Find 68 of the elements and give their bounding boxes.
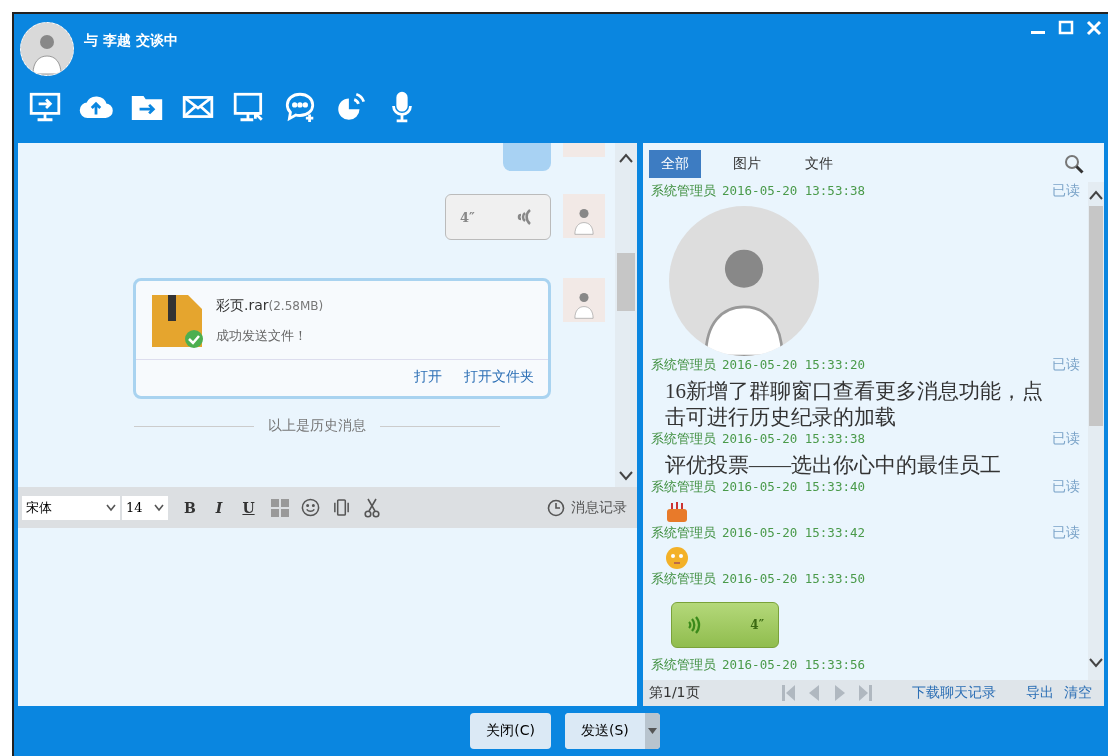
maximize-icon[interactable] [1058, 20, 1074, 36]
contact-avatar [563, 143, 605, 157]
send-status: 成功发送文件！ [216, 327, 308, 345]
sender-name: 系统管理员 [651, 356, 716, 374]
sender-name: 系统管理员 [651, 656, 716, 674]
message-time: 2016-05-20 15:33:38 [722, 431, 865, 446]
chat-add-icon[interactable] [283, 90, 317, 124]
filter-tab[interactable]: 文件 [793, 150, 845, 178]
underline-button[interactable]: U [238, 499, 259, 516]
message-history-button[interactable]: 消息记录 [541, 498, 633, 517]
clock-icon [547, 498, 565, 517]
font-size-select[interactable]: 14 [122, 495, 168, 520]
message-time: 2016-05-20 15:33:40 [722, 479, 865, 494]
read-status: 已读 [1052, 524, 1080, 542]
message-text: 评优投票——选出你心中的最佳员工 [664, 452, 1002, 478]
scroll-down-icon[interactable] [1089, 658, 1103, 668]
sender-name: 系统管理员 [651, 570, 716, 588]
smiley-emoji-icon [665, 546, 689, 570]
scissors-icon[interactable] [362, 497, 381, 518]
filter-tab[interactable]: 图片 [721, 150, 773, 178]
footer-link[interactable]: 下载聊天记录 [911, 684, 996, 702]
smiley-icon[interactable] [300, 498, 320, 517]
message-time: 2016-05-20 13:53:38 [722, 183, 865, 198]
filter-tab[interactable]: 全部 [649, 150, 701, 178]
file-name: 彩页.rar(2.58MB) [216, 297, 324, 315]
window-title: 与 李越 交谈中 [84, 32, 178, 50]
message-time: 2016-05-20 15:33:56 [722, 657, 865, 672]
user-avatar[interactable] [20, 22, 74, 76]
sender-name: 系统管理员 [651, 430, 716, 448]
scrollbar[interactable] [615, 143, 637, 487]
caret-icon [647, 728, 657, 734]
italic-button[interactable]: I [211, 499, 227, 516]
read-status: 已读 [1052, 356, 1080, 374]
message-time: 2016-05-20 15:33:42 [722, 525, 865, 540]
file-action-link[interactable]: 打开 [414, 368, 442, 386]
search-icon[interactable] [1064, 154, 1084, 174]
message-time: 2016-05-20 15:33:50 [722, 571, 865, 586]
read-status: 已读 [1052, 430, 1080, 448]
scroll-down-icon[interactable] [619, 471, 633, 481]
bold-button[interactable]: B [180, 499, 200, 516]
close-icon[interactable] [1086, 20, 1102, 36]
close-button[interactable]: 关闭(C) [470, 713, 551, 749]
sender-name: 系统管理员 [651, 478, 716, 496]
scroll-thumb[interactable] [1089, 206, 1103, 426]
sender-name: 系统管理员 [651, 524, 716, 542]
message-text: 16新增了群聊窗口查看更多消息功能，点击可进行历史纪录的加载 [664, 378, 1044, 430]
file-action-link[interactable]: 打开文件夹 [464, 368, 534, 386]
sender-name: 系统管理员 [651, 182, 716, 200]
footer-link[interactable]: 清空 [1063, 684, 1092, 702]
zip-file-icon [150, 293, 204, 349]
read-status: 已读 [1052, 478, 1080, 496]
read-status: 已读 [1052, 182, 1080, 200]
chevron-down-icon [154, 503, 164, 512]
footer-link[interactable]: 导出 [1025, 684, 1054, 702]
page-indicator: 第1/1页 [649, 684, 700, 702]
scroll-up-icon[interactable] [619, 153, 633, 163]
chevron-down-icon [106, 503, 116, 512]
scrollbar[interactable] [1088, 182, 1104, 680]
scroll-up-icon[interactable] [1089, 190, 1103, 200]
sticker-image [503, 143, 551, 171]
screen-share-icon[interactable] [28, 90, 62, 124]
grid-icon[interactable] [270, 498, 289, 517]
history-divider-text: 以上是历史消息 [267, 417, 366, 435]
message-time: 2016-05-20 15:33:20 [722, 357, 865, 372]
phone-vibrate-icon[interactable] [331, 498, 351, 517]
scroll-thumb[interactable] [617, 253, 635, 311]
font-select[interactable]: 宋体 [22, 495, 120, 520]
cake-emoji-icon [665, 500, 689, 524]
